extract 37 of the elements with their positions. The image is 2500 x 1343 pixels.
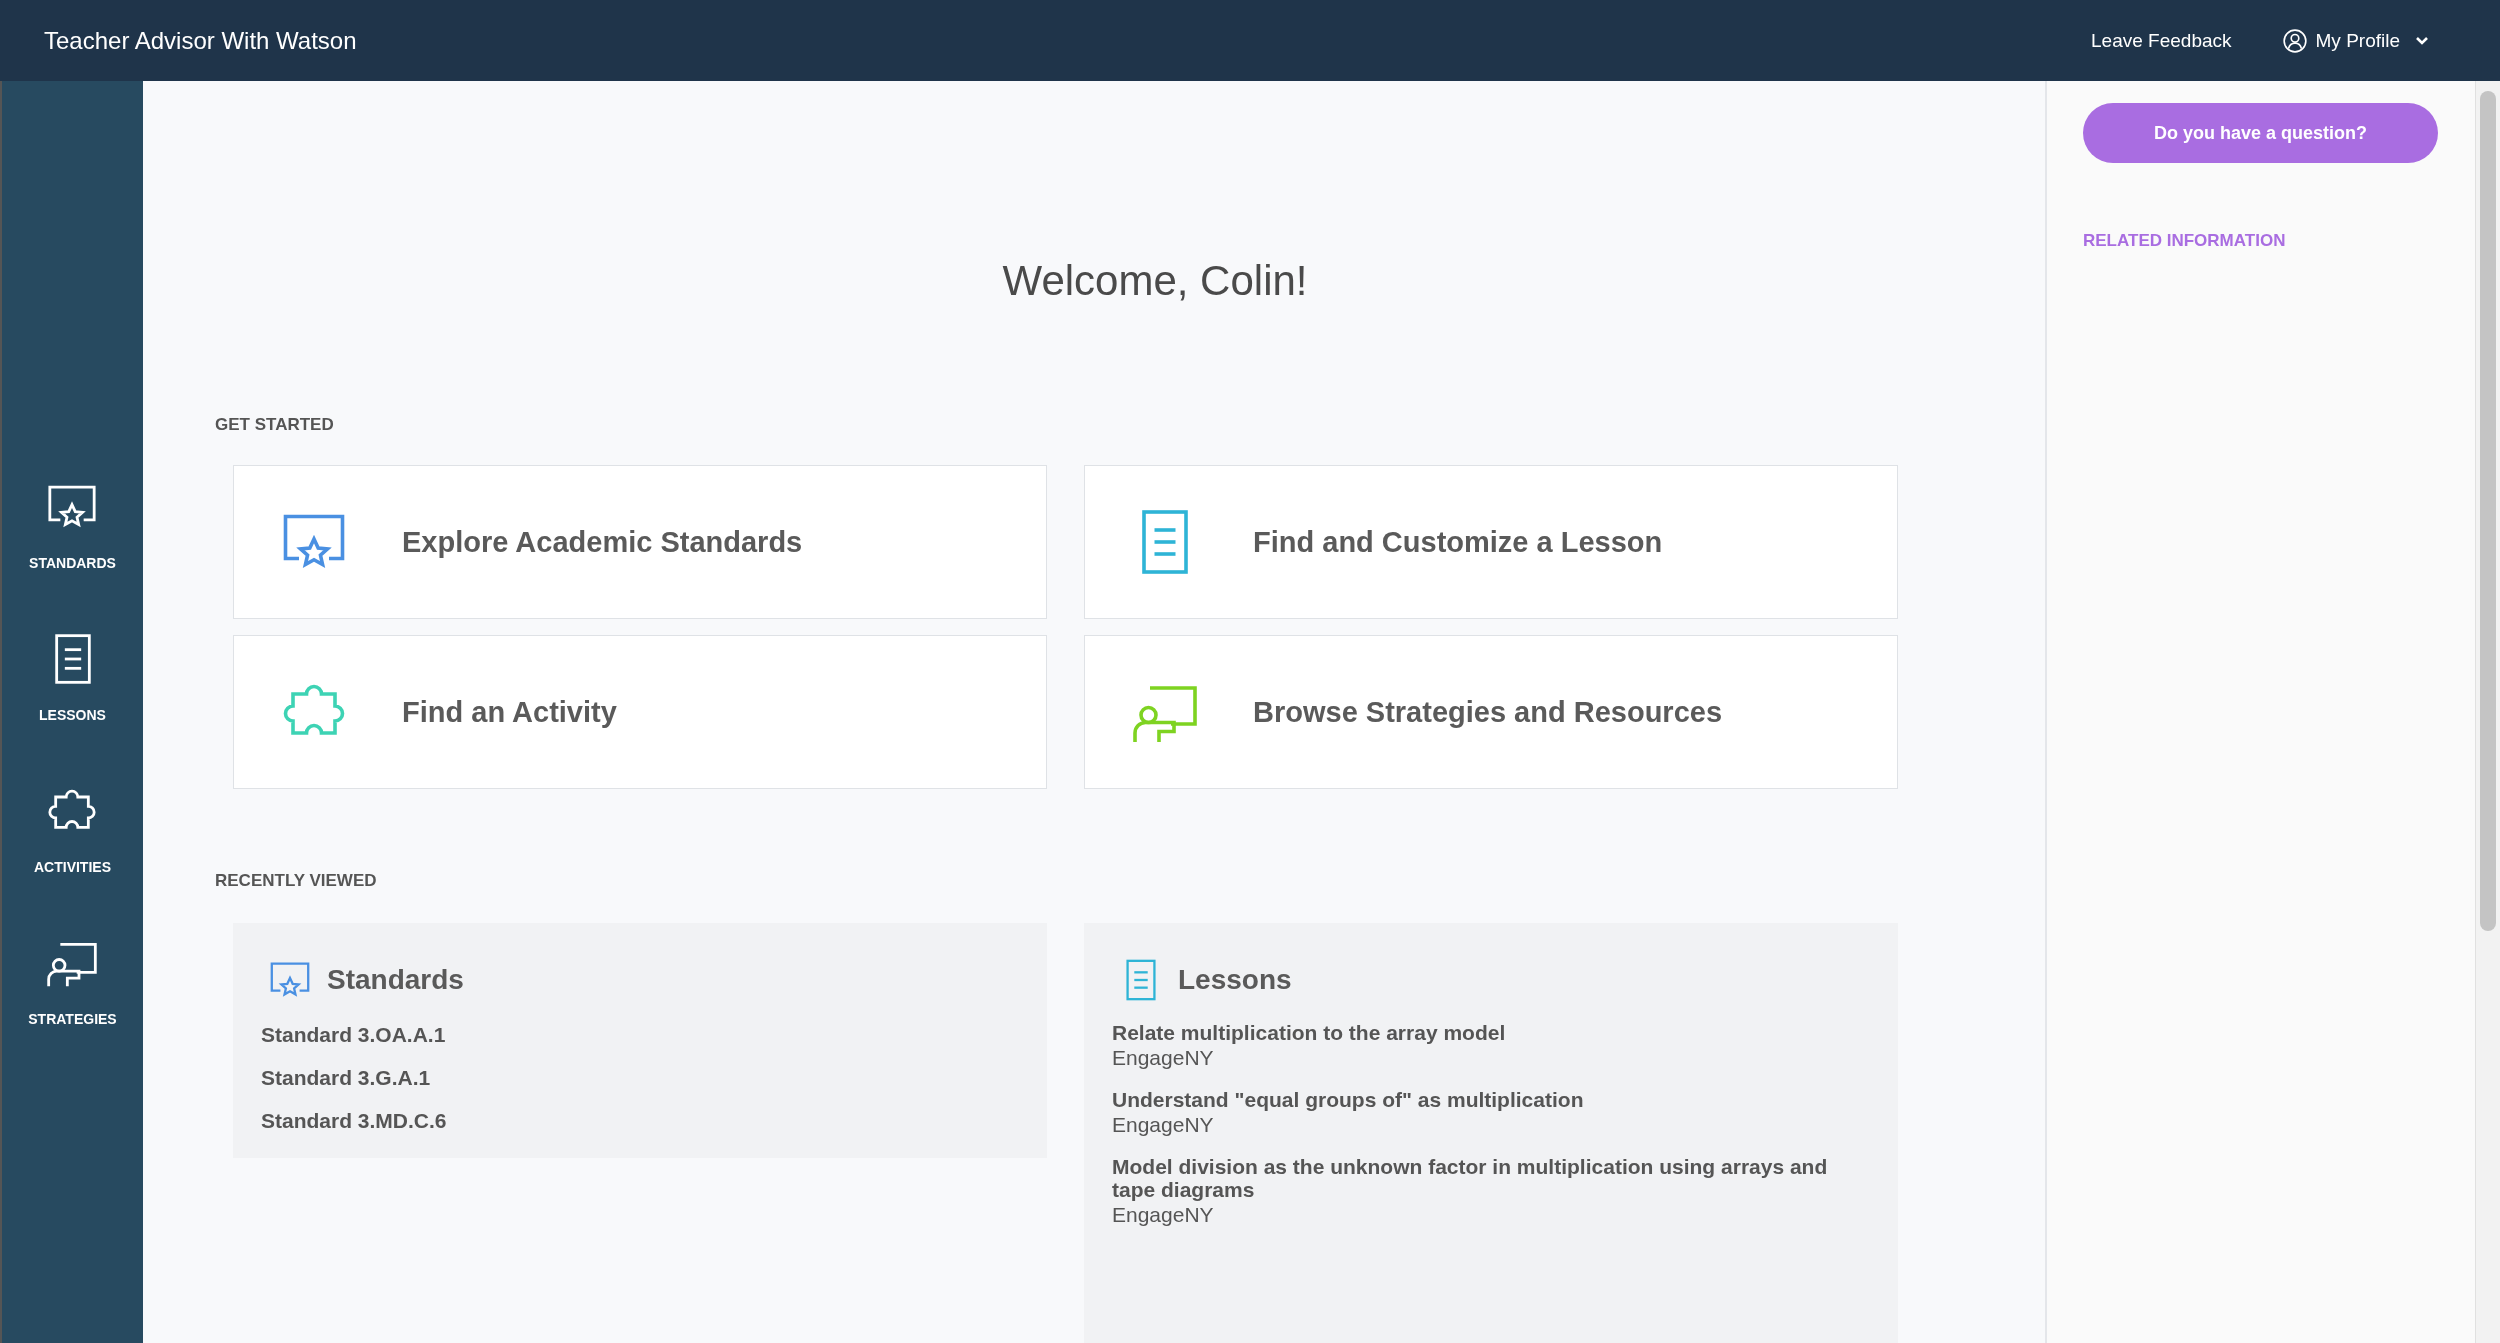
source-label: EngageNY xyxy=(1112,1113,1215,1137)
recent-item-link[interactable]: Standard 3.G.A.1 xyxy=(261,1066,1019,1089)
recent-item-link[interactable]: Standard 3.OA.A.1 xyxy=(261,1023,1019,1046)
app-title: Teacher Advisor With Watson xyxy=(44,26,357,55)
panel-title: Lessons xyxy=(1178,964,1292,996)
card-title: Browse Strategies and Resources xyxy=(1253,695,1722,729)
section-heading: RECENTLY VIEWED xyxy=(215,871,378,891)
get-started-card[interactable]: Find and Customize a Lesson xyxy=(1084,465,1898,619)
question-button[interactable]: Do you have a question? xyxy=(2083,103,2438,163)
card-title: Explore Academic Standards xyxy=(402,525,803,559)
card-title: Find and Customize a Lesson xyxy=(1253,525,1663,559)
recent-item-link[interactable]: Relate multiplication to the array model xyxy=(1112,1021,1870,1044)
source-label: EngageNY xyxy=(1112,1046,1215,1070)
sidebar-item[interactable]: ACTIVITIES xyxy=(34,783,111,875)
recent-item-link[interactable]: Model division as the unknown factor in multiplication using arrays and tape diagrams xyxy=(1112,1155,1870,1201)
welcome-heading: Welcome, Colin! xyxy=(1001,257,1309,305)
sidebar-label: STRATEGIES xyxy=(28,1011,117,1027)
recent-item-link[interactable]: Understand "equal groups of" as multiplication xyxy=(1112,1088,1870,1111)
get-started-card[interactable]: Explore Academic Standards xyxy=(233,465,1047,619)
feedback-link[interactable]: Leave Feedback xyxy=(2091,29,2232,52)
recent-item-link[interactable]: Standard 3.MD.C.6 xyxy=(261,1109,1019,1132)
get-started-card[interactable]: Find an Activity xyxy=(233,635,1047,789)
sidebar-item[interactable]: LESSONS xyxy=(39,631,106,723)
sidebar-label: ACTIVITIES xyxy=(34,859,111,875)
section-heading: GET STARTED xyxy=(215,415,335,435)
sidebar-label: LESSONS xyxy=(39,707,106,723)
related-heading: RELATED INFORMATION xyxy=(2083,231,2287,251)
profile-menu[interactable]: My Profile xyxy=(2281,27,2430,54)
get-started-card[interactable]: Browse Strategies and Resources xyxy=(1084,635,1898,789)
sidebar-item[interactable]: STRATEGIES xyxy=(28,935,117,1027)
sidebar-label: STANDARDS xyxy=(29,555,116,571)
source-label: EngageNY xyxy=(1112,1203,1215,1227)
user-icon xyxy=(2281,27,2308,54)
sidebar-item[interactable]: STANDARDS xyxy=(29,479,116,571)
card-title: Find an Activity xyxy=(402,695,617,729)
panel-title: Standards xyxy=(327,964,464,996)
scrollbar[interactable] xyxy=(2475,81,2500,1343)
